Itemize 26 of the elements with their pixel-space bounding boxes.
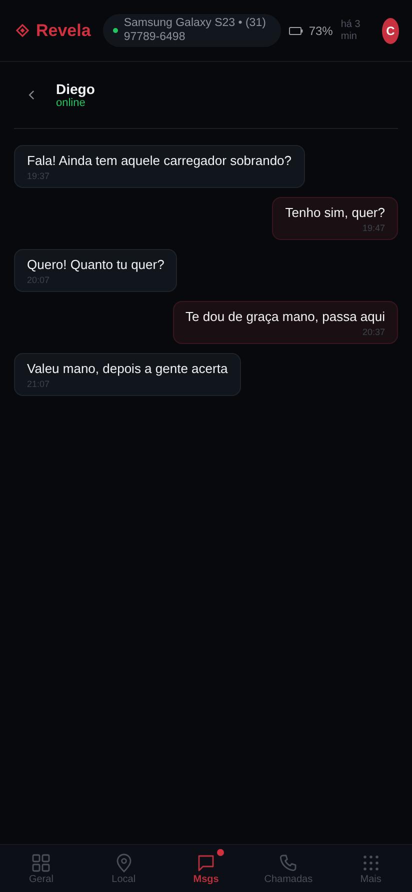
apps-dots-icon (360, 852, 381, 872)
message-text: Fala! Ainda tem aquele carregador sobrando? (27, 153, 292, 168)
phone-icon (278, 852, 298, 872)
chevron-left-icon (28, 89, 36, 101)
contact-status: online (56, 97, 86, 109)
chat-icon (196, 852, 216, 872)
nav-tab[interactable]: Msgs (164, 845, 248, 892)
battery-level: 73% (308, 24, 333, 38)
message-time: 20:37 (362, 327, 385, 337)
message-text: Tenho sim, quer? (285, 205, 385, 220)
message-text: Te dou de graça mano, passa aqui (186, 309, 385, 324)
last-updated: há 3 min (340, 18, 362, 42)
nav-tab[interactable]: Geral (0, 845, 82, 892)
nav-tab[interactable]: Mais (330, 845, 412, 892)
nav-tab[interactable]: Local (82, 845, 165, 892)
message-text: Valeu mano, depois a gente acerta (27, 361, 228, 376)
app-name: Revela (36, 20, 91, 40)
grid-icon (31, 852, 52, 872)
message-time: 19:47 (362, 223, 385, 233)
user-avatar[interactable]: C (382, 18, 399, 44)
message-text: Quero! Quanto tu quer? (27, 257, 164, 272)
contact-name: Diego (56, 81, 95, 97)
nav-tab[interactable]: Chamadas (247, 845, 330, 892)
device-pill[interactable]: Samsung Galaxy S23 • (31) 97789-6498 (102, 14, 281, 48)
logo-icon (16, 24, 29, 37)
battery-icon (288, 26, 303, 34)
